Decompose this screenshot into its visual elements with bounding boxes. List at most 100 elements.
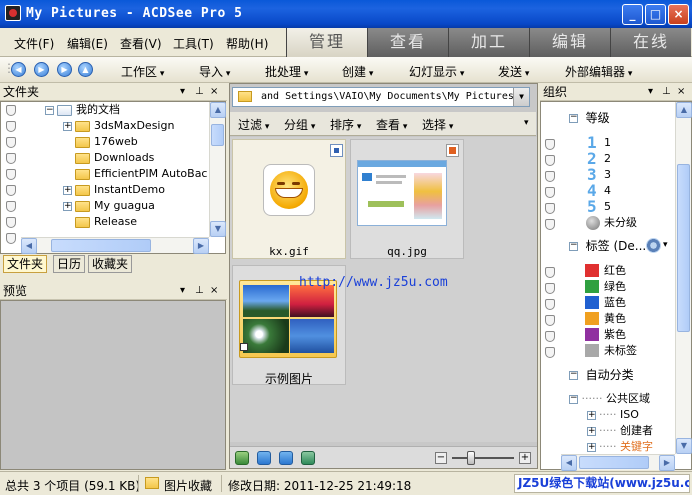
scroll-down-icon[interactable]: ▼: [210, 221, 226, 237]
folders-vscroll[interactable]: ▲ ▼: [209, 102, 226, 237]
rating-3-label[interactable]: 3: [604, 167, 611, 183]
panel-dropdown-icon[interactable]: ▾: [180, 282, 185, 300]
unrated-label[interactable]: 未分级: [604, 215, 637, 231]
auto-item-iso[interactable]: + ····· ISO: [587, 407, 639, 423]
toolbar-import[interactable]: 导入: [199, 63, 230, 80]
collapse-icon[interactable]: −: [569, 393, 578, 404]
close-button[interactable]: ×: [668, 4, 689, 25]
overflow-icon[interactable]: ▾: [524, 118, 529, 128]
scroll-thumb[interactable]: [211, 124, 224, 146]
expand-icon[interactable]: +: [63, 185, 72, 195]
label-yellow[interactable]: 黄色: [604, 311, 626, 327]
toolbar-external-editor[interactable]: 外部编辑器: [565, 63, 632, 80]
forward-icon[interactable]: ▶: [34, 62, 49, 77]
auto-item-creator[interactable]: + ····· 创建者: [587, 423, 653, 439]
back-icon[interactable]: ◀: [11, 62, 26, 77]
scroll-thumb[interactable]: [677, 164, 690, 332]
expand-icon[interactable]: +: [587, 442, 596, 452]
menu-help[interactable]: 帮助(H): [226, 35, 268, 52]
menu-file[interactable]: 文件(F): [14, 35, 54, 52]
label-red[interactable]: 红色: [604, 263, 626, 279]
scroll-up-icon[interactable]: ▲: [676, 102, 692, 118]
view-button[interactable]: 查看: [376, 116, 407, 133]
rating-5-label[interactable]: 5: [604, 199, 611, 215]
compare-icon[interactable]: [301, 451, 315, 465]
status-collection[interactable]: 图片收藏: [164, 477, 212, 494]
collapse-icon[interactable]: −: [569, 113, 578, 123]
gear-icon[interactable]: [646, 238, 661, 253]
label-green[interactable]: 绿色: [604, 279, 626, 295]
collapse-icon[interactable]: −: [45, 105, 54, 115]
toolbar-slideshow[interactable]: 幻灯显示: [409, 63, 464, 80]
scroll-up-icon[interactable]: ▲: [210, 102, 226, 118]
panel-close-icon[interactable]: ×: [210, 282, 218, 300]
tab-favorites[interactable]: 收藏夹: [88, 255, 133, 273]
select-button[interactable]: 选择: [422, 116, 453, 133]
next-icon[interactable]: ▶: [57, 62, 72, 77]
organize-hscroll[interactable]: ◀ ▶: [561, 454, 675, 471]
tab-develop[interactable]: 加工: [448, 28, 529, 57]
tab-manage[interactable]: 管理: [286, 28, 367, 57]
thumbnail-item[interactable]: qq.jpg: [350, 139, 464, 259]
label-purple[interactable]: 紫色: [604, 327, 626, 343]
rating-4-label[interactable]: 4: [604, 183, 611, 199]
panel-dropdown-icon[interactable]: ▾: [180, 83, 185, 101]
rating-1-label[interactable]: 1: [604, 135, 611, 151]
label-none[interactable]: 未标签: [604, 343, 637, 359]
scroll-left-icon[interactable]: ◀: [561, 455, 577, 471]
expand-icon[interactable]: +: [587, 426, 596, 436]
image-icon[interactable]: [235, 451, 249, 465]
folder-item[interactable]: +3dsMaxDesign: [63, 118, 174, 134]
collapse-icon[interactable]: −: [569, 370, 578, 380]
menu-view[interactable]: 查看(V): [120, 35, 162, 52]
sort-button[interactable]: 排序: [330, 116, 361, 133]
menu-edit[interactable]: 编辑(E): [67, 35, 108, 52]
scroll-right-icon[interactable]: ▶: [659, 455, 675, 471]
collapse-icon[interactable]: −: [569, 241, 578, 251]
tab-view[interactable]: 查看: [367, 28, 448, 57]
path-field[interactable]: and Settings\VAIO\My Documents\My Pictur…: [232, 87, 530, 107]
rating-2-label[interactable]: 2: [604, 151, 611, 167]
rotate-right-icon[interactable]: [279, 451, 293, 465]
folder-item[interactable]: 176web: [75, 134, 138, 150]
expand-icon[interactable]: +: [587, 410, 596, 420]
auto-item-keyword[interactable]: + ····· 关键字: [587, 439, 653, 455]
folder-item[interactable]: + InstantDemo: [63, 182, 165, 198]
zoom-slider-thumb[interactable]: [467, 451, 475, 465]
gear-dropdown-icon[interactable]: ▾: [663, 240, 668, 250]
rotate-left-icon[interactable]: [257, 451, 271, 465]
maximize-button[interactable]: □: [645, 4, 666, 25]
filter-button[interactable]: 过滤: [238, 116, 269, 133]
pin-icon[interactable]: ⊥: [662, 83, 671, 101]
thumbnail-item[interactable]: kx.gif: [232, 139, 346, 259]
folder-item[interactable]: EfficientPIM AutoBacku: [75, 166, 208, 182]
panel-close-icon[interactable]: ×: [677, 83, 685, 101]
folders-hscroll[interactable]: ◀ ▶: [21, 237, 209, 254]
panel-dropdown-icon[interactable]: ▾: [648, 83, 653, 101]
pin-icon[interactable]: ⊥: [195, 83, 204, 101]
public-area-item[interactable]: − ······ 公共区域: [569, 391, 650, 407]
folder-item[interactable]: Downloads: [75, 150, 154, 166]
toolbar-create[interactable]: 创建: [342, 63, 373, 80]
folder-item[interactable]: + My guagua: [63, 198, 155, 214]
scroll-left-icon[interactable]: ◀: [21, 238, 37, 254]
panel-close-icon[interactable]: ×: [210, 83, 218, 101]
tab-folders[interactable]: 文件夹: [3, 255, 48, 273]
auto-categories-section[interactable]: − 自动分类: [569, 367, 634, 383]
group-button[interactable]: 分组: [284, 116, 315, 133]
toolbar-batch[interactable]: 批处理: [265, 63, 308, 80]
zoom-slider[interactable]: [452, 457, 514, 459]
rating-section[interactable]: − 等级: [569, 110, 610, 126]
zoom-in-icon[interactable]: +: [519, 452, 531, 464]
zoom-out-icon[interactable]: −: [435, 452, 447, 464]
expand-icon[interactable]: +: [63, 121, 72, 131]
label-blue[interactable]: 蓝色: [604, 295, 626, 311]
tab-calendar[interactable]: 日历: [53, 255, 86, 273]
tree-root[interactable]: − 我的文档: [45, 102, 120, 118]
organize-vscroll[interactable]: ▲ ▼: [675, 102, 692, 454]
toolbar-send[interactable]: 发送: [498, 63, 529, 80]
up-icon[interactable]: ▲: [78, 62, 93, 77]
scroll-down-icon[interactable]: ▼: [676, 438, 692, 454]
pin-icon[interactable]: ⊥: [195, 282, 204, 300]
minimize-button[interactable]: _: [622, 4, 643, 25]
